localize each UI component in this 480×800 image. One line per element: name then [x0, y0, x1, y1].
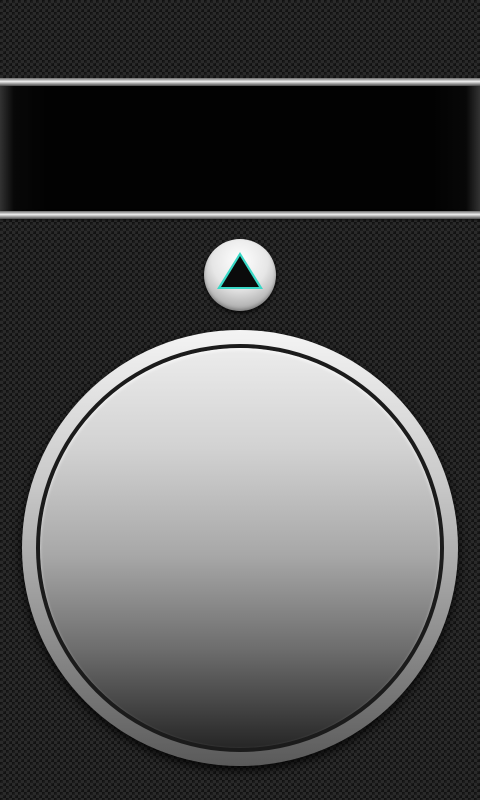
- display-panel: [0, 86, 480, 211]
- display-band: [0, 78, 480, 222]
- display-text: [0, 86, 480, 211]
- app-screen: [0, 0, 480, 800]
- push-button-face: [40, 348, 440, 748]
- display-top-chrome-line: [0, 78, 480, 86]
- push-button[interactable]: [22, 330, 458, 766]
- triangle-up-icon: [217, 252, 263, 289]
- display-bottom-chrome-line: [0, 211, 480, 219]
- mode-button[interactable]: [204, 239, 276, 311]
